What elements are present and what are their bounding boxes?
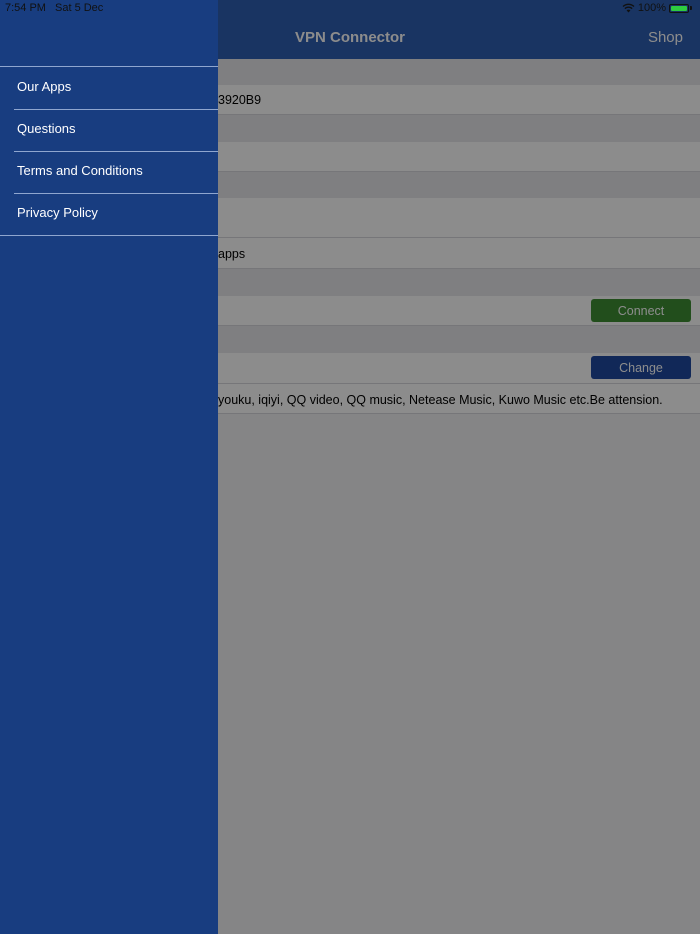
status-date: Sat 5 Dec — [55, 2, 104, 14]
status-bar: 7:54 PM Sat 5 Dec 100% — [0, 0, 700, 17]
menu-item-our-apps[interactable]: Our Apps — [0, 67, 218, 109]
battery-icon — [669, 3, 689, 13]
menu-item-label: Privacy Policy — [17, 205, 98, 220]
status-time: 7:54 PM — [5, 2, 46, 14]
menu-item-label: Our Apps — [17, 79, 72, 94]
wifi-icon — [622, 3, 635, 13]
status-right: 100% — [622, 2, 692, 14]
menu-item-terms[interactable]: Terms and Conditions — [0, 151, 218, 193]
menu-item-questions[interactable]: Questions — [0, 109, 218, 151]
divider — [0, 235, 218, 236]
menu-item-label: Questions — [17, 121, 76, 136]
battery-fill — [671, 5, 687, 11]
side-drawer: Our Apps Questions Terms and Conditions … — [0, 0, 218, 934]
menu-item-label: Terms and Conditions — [17, 163, 143, 178]
menu-item-privacy[interactable]: Privacy Policy — [0, 193, 218, 235]
battery-tip — [690, 6, 692, 10]
battery-percent: 100% — [637, 2, 666, 14]
